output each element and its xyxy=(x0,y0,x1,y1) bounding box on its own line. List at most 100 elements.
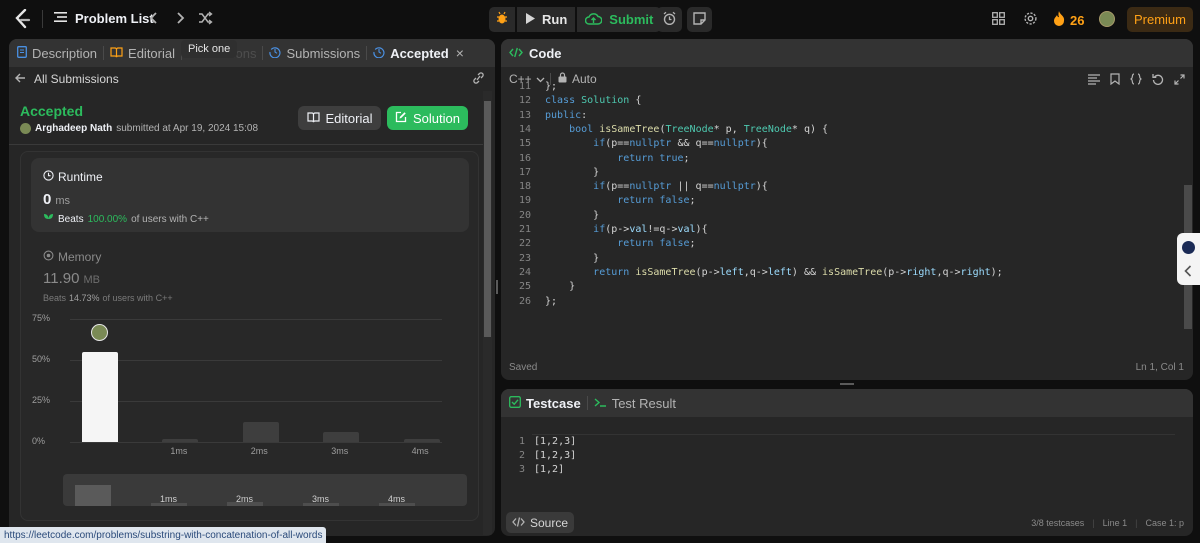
tab-submissions[interactable]: Submissions xyxy=(263,39,366,67)
premium-button[interactable]: Premium xyxy=(1127,7,1193,32)
line-number: 18 xyxy=(518,181,531,193)
source-button[interactable]: Source xyxy=(506,512,575,533)
tab-test-result[interactable]: Test Result xyxy=(588,389,682,417)
memory-beats-percent: 14.73% xyxy=(69,293,100,303)
minimap-tick-label: 3ms xyxy=(312,494,330,504)
close-tab-icon[interactable]: × xyxy=(456,45,464,61)
code-line: 14 bool isSameTree(TreeNode* p, TreeNode… xyxy=(501,123,1181,137)
settings-gear-icon[interactable] xyxy=(1023,11,1038,26)
tab-accepted[interactable]: Accepted × xyxy=(367,39,470,67)
prev-problem-icon[interactable] xyxy=(149,11,159,25)
code-text: bool isSameTree(TreeNode* p, TreeNode* q… xyxy=(569,123,829,135)
user-avatar[interactable] xyxy=(1099,11,1115,27)
memory-value-row: 11.90 MB xyxy=(43,270,100,287)
code-editor[interactable]: 11}; 12 class Solution {13 public: 14 bool i… xyxy=(501,81,1193,354)
avatar xyxy=(20,123,31,134)
y-tick-label: 50% xyxy=(32,354,51,364)
code-icon xyxy=(509,46,523,61)
chart-gridline xyxy=(70,360,442,361)
browser-status-url: https://leetcode.com/problems/substring-… xyxy=(0,527,327,543)
chart-bar[interactable] xyxy=(82,351,118,442)
submission-username[interactable]: Arghadeep Nath xyxy=(35,123,112,134)
chart-bar[interactable] xyxy=(403,438,440,442)
testcase-input-editor[interactable]: 1 [1,2,3] 2 [1,2,3] 3 [1,2] xyxy=(501,434,1193,484)
layout-grid-icon[interactable] xyxy=(992,12,1005,25)
chart-bar[interactable] xyxy=(162,438,199,442)
memory-header[interactable]: Memory xyxy=(43,249,101,264)
memory-beats-label: Beats xyxy=(43,293,67,303)
notes-button[interactable] xyxy=(687,7,712,32)
solution-button[interactable]: Solution xyxy=(387,106,468,130)
shuffle-icon[interactable] xyxy=(198,11,213,25)
alarm-clock-icon xyxy=(662,11,677,29)
y-tick-label: 75% xyxy=(32,313,51,323)
line-number: 20 xyxy=(518,209,531,221)
tab-accepted-label: Accepted xyxy=(390,45,449,61)
line-number: 19 xyxy=(518,195,531,207)
x-tick-label: 3ms xyxy=(331,446,349,456)
terminal-icon xyxy=(594,396,607,411)
left-scrollbar-track[interactable] xyxy=(483,91,492,535)
chip-icon xyxy=(43,249,54,264)
runtime-beats-label: Beats xyxy=(58,214,84,225)
code-line: 26}; xyxy=(501,295,1181,309)
runtime-header: Runtime xyxy=(43,169,103,184)
left-panel-tabs: Description Editorial Solutions Submissi… xyxy=(9,39,495,67)
debug-button[interactable] xyxy=(489,7,515,32)
tab-testcase-label: Testcase xyxy=(526,395,581,411)
share-link-icon[interactable] xyxy=(472,72,485,87)
code-line: 21 if(p->val!=q->val){ xyxy=(501,223,1181,237)
code-text: } xyxy=(545,252,600,264)
fire-icon xyxy=(1053,11,1065,29)
divider: | xyxy=(1135,518,1138,528)
leetcode-logo[interactable] xyxy=(14,9,32,29)
left-scrollbar-thumb[interactable] xyxy=(484,101,491,337)
side-extension-widget[interactable] xyxy=(1177,233,1200,285)
tab-testcase[interactable]: Testcase xyxy=(509,389,587,417)
minimap-tick-label: 4ms xyxy=(388,494,406,504)
chevron-left-icon[interactable] xyxy=(1184,265,1192,280)
chart-gridline xyxy=(70,319,442,320)
vertical-resize-handle[interactable] xyxy=(496,280,498,294)
chart-bar[interactable] xyxy=(323,432,360,442)
code-line: 20 } xyxy=(501,209,1181,223)
run-label: Run xyxy=(542,12,568,27)
chart-bar[interactable] xyxy=(242,422,279,442)
run-button[interactable]: Run xyxy=(517,7,576,32)
chart-range-minimap[interactable]: 1ms 2ms 3ms 4ms xyxy=(63,474,467,506)
streak-count: 26 xyxy=(1070,12,1085,28)
back-to-submissions-link[interactable]: All Submissions xyxy=(15,71,119,86)
document-icon xyxy=(17,45,27,61)
runtime-value-row: 0 ms xyxy=(43,191,70,208)
y-tick-label: 0% xyxy=(32,436,46,446)
minimap-bar xyxy=(75,485,111,506)
code-text: if(p->val!=q->val){ xyxy=(593,224,708,235)
submit-button[interactable]: Submit xyxy=(577,7,662,32)
tab-description[interactable]: Description xyxy=(9,39,103,67)
tab-editorial[interactable]: Editorial xyxy=(104,39,181,67)
code-text: } xyxy=(545,166,600,178)
all-submissions-label: All Submissions xyxy=(34,71,119,86)
divider xyxy=(9,144,483,145)
timer-button[interactable] xyxy=(657,7,682,32)
checkbox-icon xyxy=(509,395,521,411)
minimap-tick-label: 2ms xyxy=(236,494,254,504)
problem-list-button[interactable]: Problem List xyxy=(54,11,154,26)
runtime-card[interactable]: Runtime 0 ms Beats 100.00% of users with… xyxy=(31,158,469,232)
code-line: 18 if(p==nullptr || q==nullptr){ xyxy=(501,180,1181,194)
cloud-upload-icon xyxy=(585,12,603,28)
testcase-panel-tabs: Testcase Test Result xyxy=(501,389,1193,417)
horizontal-resize-handle[interactable] xyxy=(840,383,854,385)
code-text: return isSameTree(p->left,q->left) && is… xyxy=(593,266,1003,278)
line-number: 14 xyxy=(518,123,531,135)
code-line: 19 return false; xyxy=(501,194,1181,208)
performance-card: Runtime 0 ms Beats 100.00% of users with… xyxy=(20,151,479,521)
line-number: 25 xyxy=(518,281,531,293)
streak-counter[interactable]: 26 xyxy=(1053,11,1084,29)
book-icon xyxy=(110,46,123,61)
editorial-button[interactable]: Editorial xyxy=(298,106,381,130)
code-text: public: xyxy=(545,109,588,121)
next-problem-icon[interactable] xyxy=(175,11,185,25)
testcase-footer: 3/8 testcases | Line 1 | Case 1: p xyxy=(1031,518,1184,528)
code-line: 15 if(p==nullptr && q==nullptr){ xyxy=(501,137,1181,151)
